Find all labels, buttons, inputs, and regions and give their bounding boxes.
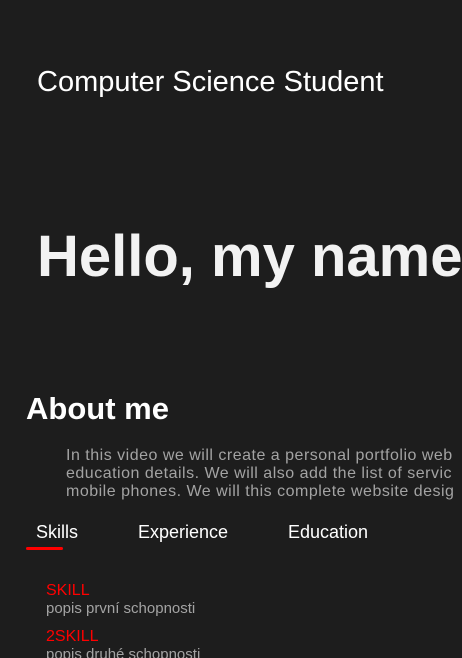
skill-description: popis první schopnosti xyxy=(46,600,196,617)
skill-list: SKILL popis první schopnosti 2SKILL popi… xyxy=(46,582,446,658)
tab-experience[interactable]: Experience xyxy=(138,522,228,543)
about-text-line: education details. We will also add the … xyxy=(66,465,452,482)
tab-skills[interactable]: Skills xyxy=(36,522,78,543)
about-text-line: In this video we will create a personal … xyxy=(66,447,453,464)
list-item: SKILL popis první schopnosti xyxy=(46,582,446,618)
about-text-line: mobile phones. We will this complete web… xyxy=(66,483,455,500)
skill-description: popis druhé schopnosti xyxy=(46,646,201,658)
hero-title: Hello, my name xyxy=(37,224,462,289)
tab-education[interactable]: Education xyxy=(288,522,368,543)
active-tab-underline xyxy=(26,547,63,550)
skill-name: 2SKILL xyxy=(46,628,99,645)
header-subtitle: Computer Science Student xyxy=(37,66,384,98)
list-item: 2SKILL popis druhé schopnosti xyxy=(46,628,446,658)
about-heading: About me xyxy=(26,391,169,426)
skill-name: SKILL xyxy=(46,582,90,599)
about-text: In this video we will create a personal … xyxy=(66,447,462,501)
tab-bar: Skills Experience Education xyxy=(0,520,462,552)
